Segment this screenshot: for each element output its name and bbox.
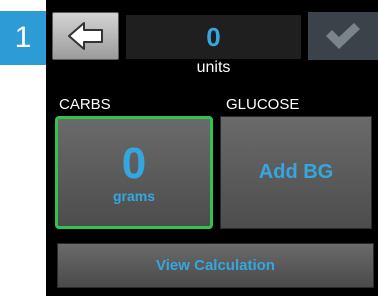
- pump-screen: 0 units CARBS GLUCOSE 0 grams Add BG Vie…: [46, 0, 378, 296]
- view-calculation-button[interactable]: View Calculation: [57, 243, 374, 288]
- checkmark-icon: [326, 23, 360, 49]
- arrow-left-icon: [67, 22, 103, 50]
- insulin-units-label: units: [196, 59, 231, 76]
- glucose-section-label: GLUCOSE: [226, 96, 300, 113]
- carbs-value: 0: [121, 138, 147, 188]
- step-number-badge: 1: [0, 11, 46, 65]
- add-bg-button[interactable]: Add BG: [220, 116, 372, 229]
- insulin-units-value: 0: [206, 21, 221, 52]
- add-bg-label: Add BG: [258, 161, 334, 183]
- carbs-section-label: CARBS: [59, 96, 111, 113]
- insulin-units-display: 0: [126, 15, 301, 59]
- view-calculation-label: View Calculation: [156, 257, 275, 274]
- confirm-button[interactable]: [308, 12, 378, 60]
- back-button[interactable]: [52, 12, 119, 60]
- carbs-unit-label: grams: [112, 187, 156, 204]
- carbs-entry-button[interactable]: 0 grams: [55, 116, 213, 229]
